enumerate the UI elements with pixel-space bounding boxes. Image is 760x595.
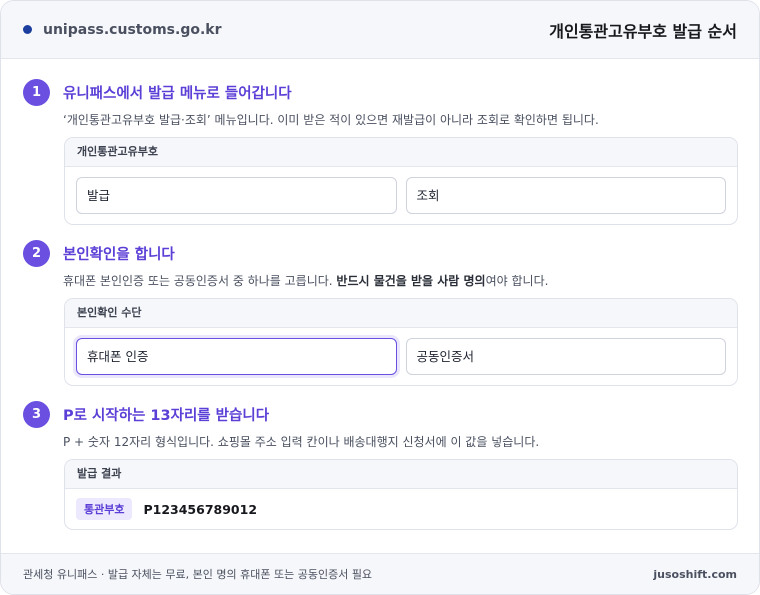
step-number-badge: 1 [23, 78, 50, 106]
lookup-option-button[interactable]: 조회 [405, 177, 726, 214]
auth-options: 휴대폰 인증 공동인증서 [65, 328, 737, 385]
step-2-heading: 2 본인확인을 합니다 [23, 239, 739, 267]
step-3-description: P + 숫자 12자리 형식입니다. 쇼핑몰 주소 입력 칸이나 배송대행지 신… [63, 435, 540, 449]
panel-label: 발급 결과 [65, 460, 737, 489]
panel-label: 개인통관고유부호 [65, 138, 737, 167]
site-indicator: unipass.customs.go.kr [23, 22, 222, 38]
menu-options: 발급 조회 [65, 167, 737, 224]
step-2-panel: 본인확인 수단 휴대폰 인증 공동인증서 [64, 298, 738, 386]
guide-card: unipass.customs.go.kr 개인통관고유부호 발급 순서 1 유… [0, 0, 760, 595]
step-2: 2 본인확인을 합니다 휴대폰 본인인증 또는 공동인증서 중 하나를 고릅니다… [23, 239, 739, 386]
site-url: unipass.customs.go.kr [43, 21, 222, 38]
step-number-badge: 2 [23, 239, 50, 267]
site-dot-icon [23, 25, 32, 34]
footer: 관세청 유니패스 · 발급 자체는 무료, 본인 명의 휴대폰 또는 공동인증서… [1, 553, 759, 594]
header: unipass.customs.go.kr 개인통관고유부호 발급 순서 [1, 1, 759, 59]
phone-auth-option-button[interactable]: 휴대폰 인증 [76, 338, 397, 375]
step-2-desc-tail: 여야 합니다. [485, 274, 549, 288]
step-2-description: 휴대폰 본인인증 또는 공동인증서 중 하나를 고릅니다. 반드시 물건을 받을… [63, 272, 739, 288]
step-3-title: P로 시작하는 13자리를 받습니다 [63, 407, 270, 424]
footer-note: 관세청 유니패스 · 발급 자체는 무료, 본인 명의 휴대폰 또는 공동인증서… [23, 568, 373, 581]
step-number-badge: 3 [23, 400, 50, 428]
step-3: 3 P로 시작하는 13자리를 받습니다 P + 숫자 12자리 형식입니다. … [23, 400, 739, 530]
step-2-title: 본인확인을 합니다 [63, 246, 175, 263]
step-2-desc-text: 휴대폰 본인인증 또는 공동인증서 중 하나를 고릅니다. [63, 274, 337, 288]
result-tag: 통관부호 [76, 498, 133, 520]
step-3-heading: 3 P로 시작하는 13자리를 받습니다 [23, 400, 739, 428]
step-1-title: 유니패스에서 발급 메뉴로 들어갑니다 [63, 85, 292, 102]
step-1-panel: 개인통관고유부호 발급 조회 [64, 137, 738, 225]
issue-option-button[interactable]: 발급 [76, 177, 397, 214]
step-1: 1 유니패스에서 발급 메뉴로 들어갑니다 ‘개인통관고유부호 발급·조회’ 메… [23, 78, 739, 225]
step-2-desc-emphasis: 반드시 물건을 받을 사람 명의 [336, 274, 486, 288]
page-title: 개인통관고유부호 발급 순서 [549, 21, 737, 41]
step-1-heading: 1 유니패스에서 발급 메뉴로 들어갑니다 [23, 78, 739, 106]
result-row: 통관부호 P123456789012 [65, 489, 737, 529]
certificate-option-button[interactable]: 공동인증서 [405, 338, 726, 375]
step-3-panel: 발급 결과 통관부호 P123456789012 [64, 459, 738, 530]
panel-label: 본인확인 수단 [65, 299, 737, 328]
step-1-description: ‘개인통관고유부호 발급·조회’ 메뉴입니다. 이미 받은 적이 있으면 재발급… [63, 113, 599, 127]
footer-brand: jusoshift.com [653, 567, 737, 581]
customs-code-value: P123456789012 [143, 501, 258, 517]
